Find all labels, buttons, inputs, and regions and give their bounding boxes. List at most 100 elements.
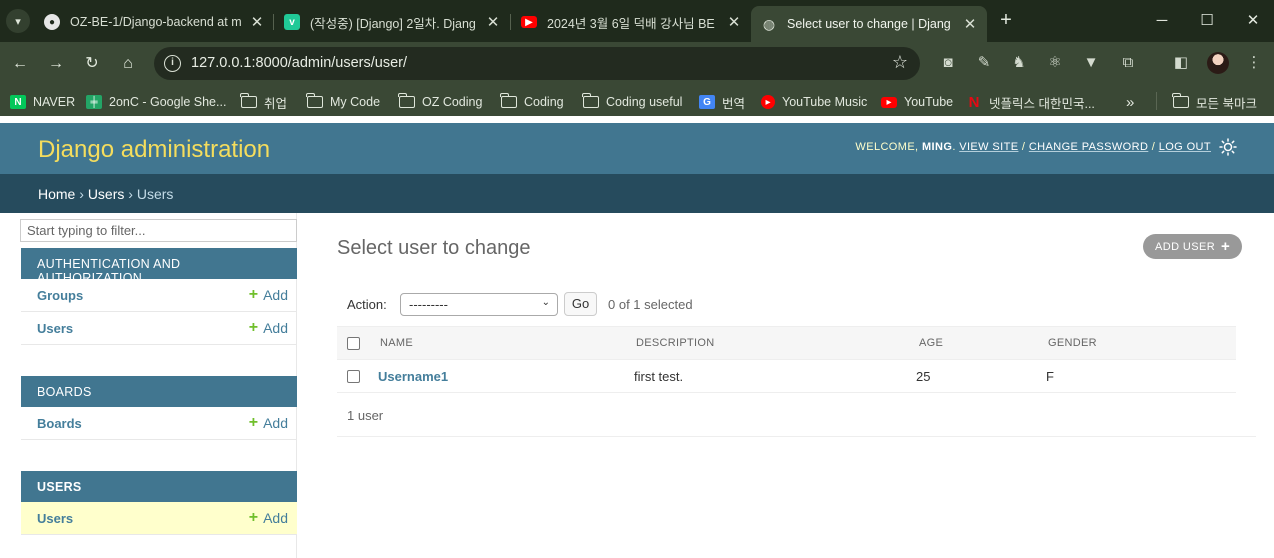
bookmark-folder[interactable]: 취업 [240,93,288,111]
user-name-link[interactable]: Username1 [378,369,448,384]
action-select[interactable]: --------- ⌄ [400,292,558,316]
plus-icon: + [248,509,259,526]
url-text[interactable]: 127.0.0.1:8000/admin/users/user/ [191,55,407,71]
add-link[interactable]: + Add [249,414,288,432]
address-bar[interactable]: i 127.0.0.1:8000/admin/users/user/ ☆ [154,47,920,80]
user-tools: WELCOME, MING. VIEW SITE / CHANGE PASSWO… [855,141,1211,153]
eyedropper-extension-icon[interactable]: ✎ [973,52,995,74]
all-bookmarks-folder[interactable]: 모든 북마크 [1172,93,1257,111]
profile-avatar[interactable] [1207,52,1229,74]
more-menu-icon[interactable]: ⋮ [1243,52,1265,74]
sidebar-item-auth-users: Users + Add [21,312,297,345]
change-password-link[interactable]: CHANGE PASSWORD [1029,141,1148,153]
add-label: Add [263,287,288,303]
bookmark-translate[interactable]: G 번역 [699,93,745,111]
nav-sidebar: Start typing to filter... AUTHENTICATION… [0,213,297,558]
back-button[interactable]: ← [8,52,32,76]
more-bookmarks-button[interactable]: » [1126,93,1134,111]
model-link[interactable]: Boards [37,416,82,431]
add-user-button[interactable]: ADD USER + [1143,234,1243,259]
breadcrumb-app[interactable]: Users [88,186,125,202]
theme-toggle-sun-icon[interactable] [1219,138,1237,156]
bookmark-naver[interactable]: N NAVER [10,93,75,111]
add-link[interactable]: + Add [249,319,288,337]
extensions-icon[interactable]: ⧉ [1117,52,1139,74]
site-info-icon[interactable]: i [164,55,181,72]
folder-icon [582,93,599,108]
bookmark-folder[interactable]: Coding [500,93,564,111]
add-link[interactable]: + Add [249,509,288,527]
arrow-left-icon: ← [12,55,28,72]
breadcrumb: Home › Users › Users [0,174,1274,213]
bookmark-folder[interactable]: OZ Coding [398,93,482,111]
react-devtools-icon[interactable]: ⚛ [1044,52,1066,74]
minimize-button[interactable]: ─ [1150,10,1174,32]
bookmark-folder[interactable]: Coding useful [582,93,682,111]
site-brand[interactable]: Django administration [38,136,270,164]
model-link[interactable]: Users [37,321,73,336]
puzzle-dev-extension-icon[interactable]: ♞ [1008,52,1030,74]
chevron-down-icon: ⌄ [541,296,550,308]
column-header-description[interactable]: DESCRIPTION [636,327,714,359]
youtube-music-icon: ▸ [761,95,775,109]
column-header-name[interactable]: NAME [380,327,413,359]
column-header-gender[interactable]: GENDER [1048,327,1097,359]
add-user-label: ADD USER [1155,240,1216,253]
bookmark-netflix[interactable]: N 넷플릭스 대한민국... [966,93,1095,111]
bookmark-youtube[interactable]: ▸ YouTube [881,93,953,111]
vue-devtools-icon[interactable]: ▼ [1080,52,1102,74]
tab-django-admin[interactable]: ◍ Select user to change | Djang ✕ [751,6,987,42]
maximize-icon: ☐ [1200,12,1214,29]
module-caption[interactable]: BOARDS [21,376,297,407]
add-label: Add [263,320,288,336]
tab-github[interactable]: ● OZ-BE-1/Django-backend at m ✕ [44,6,266,38]
translate-icon: G [699,95,715,109]
module-users: USERS Users + Add [21,471,297,535]
bookmark-label: 취업 [264,96,288,111]
results-table: NAME DESCRIPTION AGE GENDER Username1 fi… [337,326,1236,393]
camera-extension-icon[interactable]: ◙ [937,52,959,74]
tab-search-button[interactable]: ▾ [6,9,30,33]
log-out-link[interactable]: LOG OUT [1159,141,1211,153]
home-button[interactable]: ⌂ [116,52,140,76]
close-icon[interactable]: ✕ [725,13,743,31]
folder-icon [240,93,257,108]
bookmark-youtube-music[interactable]: ▸ YouTube Music [761,93,867,111]
home-icon: ⌂ [123,55,133,72]
module-caption[interactable]: AUTHENTICATION AND AUTHORIZATION [21,248,297,285]
new-tab-button[interactable]: + [994,9,1018,33]
reload-button[interactable]: ↻ [80,52,104,76]
forward-button[interactable]: → [44,52,68,76]
tab-youtube[interactable]: ▶ 2024년 3월 6일 덕배 강사님 BE ✕ [521,6,743,38]
tab-velog[interactable]: v (작성중) [Django] 2일차. Djang ✕ [284,6,502,38]
bookmark-star-icon[interactable]: ☆ [892,52,908,73]
bookmark-sheets[interactable]: ╪ 2onC - Google She... [86,93,226,111]
breadcrumb-home[interactable]: Home [38,186,75,202]
side-panel-icon[interactable]: ◧ [1170,52,1192,74]
select-all-checkbox[interactable] [347,327,360,359]
module-caption[interactable]: USERS [21,471,297,502]
tab-divider [510,14,511,30]
close-icon[interactable]: ✕ [248,13,266,31]
row-checkbox[interactable] [347,360,360,392]
plus-icon: + [1000,9,1012,31]
model-link[interactable]: Users [37,511,73,526]
view-site-link[interactable]: VIEW SITE [959,141,1018,153]
bookmarks-bar: N NAVER ╪ 2onC - Google She... 취업 My Cod… [0,86,1274,116]
browser-toolbar: ← → ↻ ⌂ i 127.0.0.1:8000/admin/users/use… [0,42,1274,86]
add-link[interactable]: + Add [249,286,288,304]
nav-filter-input[interactable]: Start typing to filter... [20,219,297,242]
column-header-age[interactable]: AGE [919,327,943,359]
github-icon: ● [44,14,60,30]
model-link[interactable]: Groups [37,288,83,303]
close-icon[interactable]: ✕ [484,13,502,31]
go-button[interactable]: Go [564,292,597,316]
add-label: Add [263,415,288,431]
action-bar: Action: --------- ⌄ Go 0 of 1 selected [337,292,1236,316]
window-close-button[interactable]: ✕ [1241,10,1265,32]
tab-divider [273,14,274,30]
sidebar-item-boards: Boards + Add [21,407,297,440]
close-icon[interactable]: ✕ [961,15,979,33]
maximize-button[interactable]: ☐ [1195,10,1219,32]
bookmark-folder[interactable]: My Code [306,93,380,111]
